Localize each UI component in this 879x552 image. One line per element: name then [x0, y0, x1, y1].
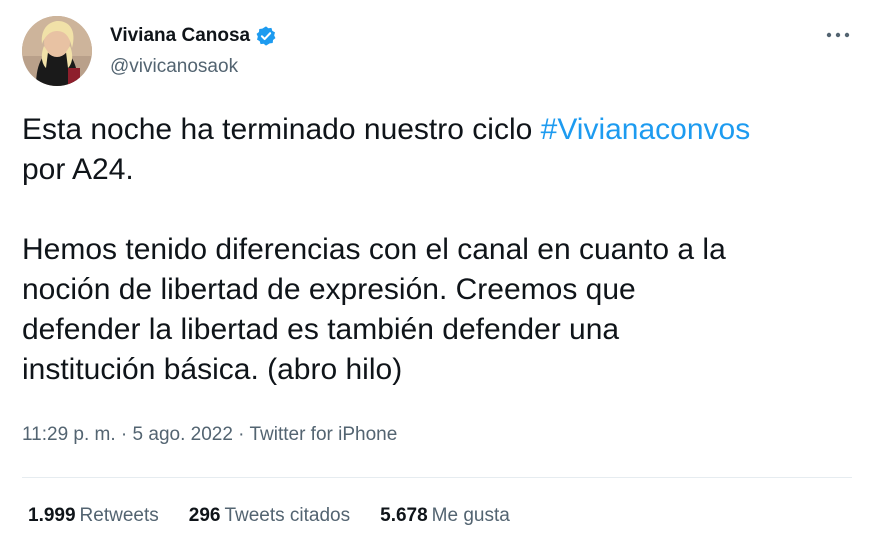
stat-count: 5.678 — [380, 505, 428, 526]
tweet-meta[interactable]: 11:29 p. m. · 5 ago. 2022 · Twitter for … — [22, 424, 397, 446]
divider — [22, 477, 852, 478]
tweet-card: Viviana Canosa @vivicanosaok Esta noche … — [0, 0, 879, 552]
likes-stat[interactable]: 5.678 Me gusta — [380, 505, 510, 527]
more-horizontal-icon — [826, 32, 850, 38]
tweet-text-part: por A24. Hemos tenido diferencias con el… — [22, 153, 726, 386]
verified-badge-icon — [255, 25, 277, 47]
stat-count: 1.999 — [28, 505, 76, 526]
stat-label: Tweets citados — [224, 505, 351, 526]
stat-label: Me gusta — [431, 505, 510, 526]
author-handle[interactable]: @vivicanosaok — [110, 56, 277, 78]
author-display-name[interactable]: Viviana Canosa — [110, 25, 250, 47]
stat-label: Retweets — [79, 505, 159, 526]
retweets-stat[interactable]: 1.999 Retweets — [28, 505, 159, 527]
quote-tweets-stat[interactable]: 296 Tweets citados — [189, 505, 350, 527]
tweet-text: Esta noche ha terminado nuestro ciclo #V… — [22, 110, 862, 390]
hashtag-link[interactable]: #Vivianaconvos — [541, 113, 751, 146]
more-options-button[interactable] — [825, 22, 851, 48]
profile-photo-icon — [22, 16, 92, 86]
tweet-text-part: Esta noche ha terminado nuestro ciclo — [22, 113, 541, 146]
author-info: Viviana Canosa @vivicanosaok — [110, 24, 277, 78]
avatar[interactable] — [22, 16, 92, 86]
engagement-stats: 1.999 Retweets 296 Tweets citados 5.678 Me … — [28, 505, 540, 527]
stat-count: 296 — [188, 505, 221, 526]
